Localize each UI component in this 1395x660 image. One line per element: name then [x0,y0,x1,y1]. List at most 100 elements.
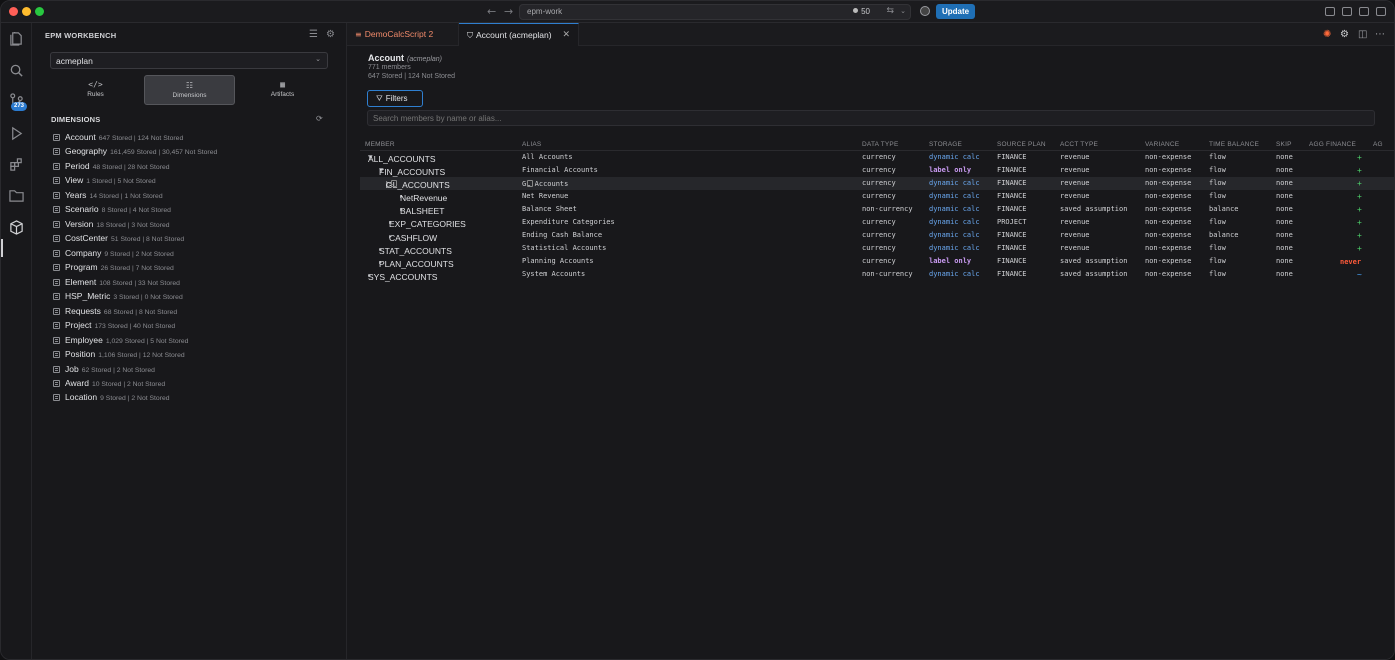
column-header-alias[interactable]: ALIAS [522,141,541,148]
column-header-storage[interactable]: STORAGE [929,141,962,148]
column-header-variance[interactable]: VARIANCE [1145,141,1179,148]
back-arrow-icon[interactable]: ← [487,5,496,18]
dimension-item[interactable]: Award 10 Stored | 2 Not Stored [53,376,338,390]
source-plan-cell: FINANCE [997,178,1027,187]
copy-icon[interactable] [391,180,397,188]
run-debug-icon[interactable] [9,126,24,141]
dimension-item[interactable]: Period 48 Stored | 28 Not Stored [53,159,338,173]
chevron-down-icon[interactable]: ⌄ [900,7,906,15]
dimension-stats: 18 Stored | 3 Not Stored [96,221,170,229]
dimension-item[interactable]: Project 173 Stored | 40 Not Stored [53,318,338,332]
tab-democalcscript[interactable]: ≡ DemoCalcScript 2 [347,23,459,46]
dimension-item[interactable]: HSP_Metric 3 Stored | 0 Not Stored [53,289,338,303]
list-icon[interactable]: ☰ [309,29,318,40]
member-name: BALSHEET [400,206,445,217]
account-icon[interactable] [920,6,930,16]
spark-icon[interactable]: ✺ [1323,29,1331,40]
table-row[interactable]: ▸ PLAN_ACCOUNTS Planning Accounts currenc… [360,256,1394,269]
dimension-item[interactable]: Requests 68 Stored | 8 Not Stored [53,304,338,318]
application-select-value: acmeplan [56,56,93,66]
dimension-item[interactable]: CostCenter 51 Stored | 8 Not Stored [53,231,338,245]
search-icon[interactable] [9,63,24,78]
dimension-item[interactable]: Company 9 Stored | 2 Not Stored [53,246,338,260]
toggle-panel-icon[interactable] [1359,7,1369,16]
table-row[interactable]: ▸ STAT_ACCOUNTS Statistical Accounts curr… [360,243,1394,256]
tab-account[interactable]: ⛉ Account (acmeplan) ✕ [459,23,579,46]
column-header-skip[interactable]: SKIP [1276,141,1292,148]
column-header-source-plan[interactable]: SOURCE PLAN [997,141,1046,148]
dimension-item[interactable]: Scenario 8 Stored | 4 Not Stored [53,202,338,216]
dimension-item[interactable]: Program 26 Stored | 7 Not Stored [53,260,338,274]
dimension-item[interactable]: Job 62 Stored | 2 Not Stored [53,362,338,376]
skip-cell: none [1276,178,1293,187]
mode-tab-artifacts[interactable]: ▦ Artifacts [237,75,328,105]
table-row[interactable]: ▼ ALL_ACCOUNTS All Accounts currency dyna… [360,151,1394,165]
table-row[interactable]: ▸ BALSHEET Balance Sheet non-currency dyn… [360,203,1394,217]
forward-arrow-icon[interactable]: → [504,5,513,18]
table-row[interactable]: ▸ CASHFLOW Ending Cash Balance currency d… [360,230,1394,243]
settings-icon[interactable]: ⚙ [1340,29,1349,40]
column-header-agg-finance[interactable]: AGG FINANCE [1309,141,1356,148]
mode-tab-label: Rules [87,91,104,98]
table-row[interactable]: ▸ EXP_CATEGORIES Expenditure Categories c… [360,216,1394,230]
split-editor-icon[interactable]: ◫ [1358,29,1367,40]
refresh-settings-icon[interactable]: ⟳ [316,114,326,124]
filters-label: Filters [385,94,408,103]
toggle-secondary-sidebar-icon[interactable] [1376,7,1386,16]
column-header-member[interactable]: MEMBER [365,141,395,148]
filters-button[interactable]: ⛛ Filters [367,90,423,107]
minimize-window-button[interactable] [22,7,31,16]
data-type-cell: currency [862,178,896,187]
dimension-title: Account [368,53,404,63]
dimension-item[interactable]: Years 14 Stored | 1 Not Stored [53,188,338,202]
grid-header: MEMBER ALIAS DATA TYPE STORAGE SOURCE PL… [360,140,1394,151]
dimension-item[interactable]: Position 1,106 Stored | 12 Not Stored [53,347,338,361]
maximize-window-button[interactable] [35,7,44,16]
dimension-name: Employee [65,334,103,345]
more-actions-icon[interactable]: ⋯ [1375,29,1385,40]
application-select[interactable]: acmeplan ⌄ [50,52,328,69]
dimension-item[interactable]: Element 108 Stored | 33 Not Stored [53,275,338,289]
epm-cube-icon[interactable] [9,220,24,235]
alias-cell: System Accounts [522,270,586,279]
folder-icon[interactable] [9,188,24,203]
mode-tab-rules[interactable]: </> Rules [50,75,141,105]
table-row[interactable]: ▸ SYS_ACCOUNTS System Accounts non-curren… [360,269,1394,282]
toggle-sidebar-icon[interactable] [1342,7,1352,16]
explorer-icon[interactable] [9,31,24,46]
dimension-name: Element [65,276,97,287]
dimension-icon [53,148,60,156]
column-header-time-balance[interactable]: TIME BALANCE [1209,141,1259,148]
update-button[interactable]: Update [936,4,975,19]
dimension-name: Job [65,363,79,374]
column-header-acct-type[interactable]: ACCT TYPE [1060,141,1098,148]
column-header-ag[interactable]: AG [1373,141,1383,148]
gear-icon[interactable]: ⚙ [326,29,335,40]
member-search-input[interactable] [367,110,1375,126]
command-center[interactable]: epm-work 50 ⇆ ⌄ [519,4,911,20]
dimension-item[interactable]: Employee 1,029 Stored | 5 Not Stored [53,333,338,347]
table-row[interactable]: ▼ FIN_ACCOUNTS Financial Accounts currenc… [360,164,1394,178]
dimension-item[interactable]: View 1 Stored | 5 Not Stored [53,173,338,187]
table-row-selected[interactable]: ▷ GL_ACCOUNTS GL Accounts currency dynami… [360,177,1394,191]
close-icon[interactable]: ✕ [562,24,570,47]
activity-bar: 273 [1,23,32,659]
member-name: STAT_ACCOUNTS [379,245,452,256]
dimension-item[interactable]: Version 18 Stored | 3 Not Stored [53,217,338,231]
copy-icon[interactable] [527,180,533,188]
member-count: 771 members [368,64,411,71]
dimension-item[interactable]: Geography 161,459 Stored | 30,457 Not Sto… [53,144,338,158]
alias-cell: All Accounts [522,152,573,161]
extensions-icon[interactable] [9,157,24,172]
column-header-data-type[interactable]: DATA TYPE [862,141,898,148]
sync-icon[interactable]: ⇆ [886,6,894,16]
dimension-item[interactable]: Location 9 Stored | 2 Not Stored [53,390,338,404]
layout-customize-icon[interactable] [1325,7,1335,16]
title-bar: ← → epm-work 50 ⇆ ⌄ Update [1,1,1394,23]
close-window-button[interactable] [9,7,18,16]
dimension-list: Account 647 Stored | 124 Not Stored Geogr… [53,130,338,405]
dimension-item[interactable]: Account 647 Stored | 124 Not Stored [53,130,338,144]
mode-tab-dimensions[interactable]: ☷ Dimensions [144,75,235,105]
table-row[interactable]: ▸ NetRevenue Net Revenue currency dynamic… [360,190,1394,204]
dimension-tab-icon: ⛉ [467,31,473,40]
